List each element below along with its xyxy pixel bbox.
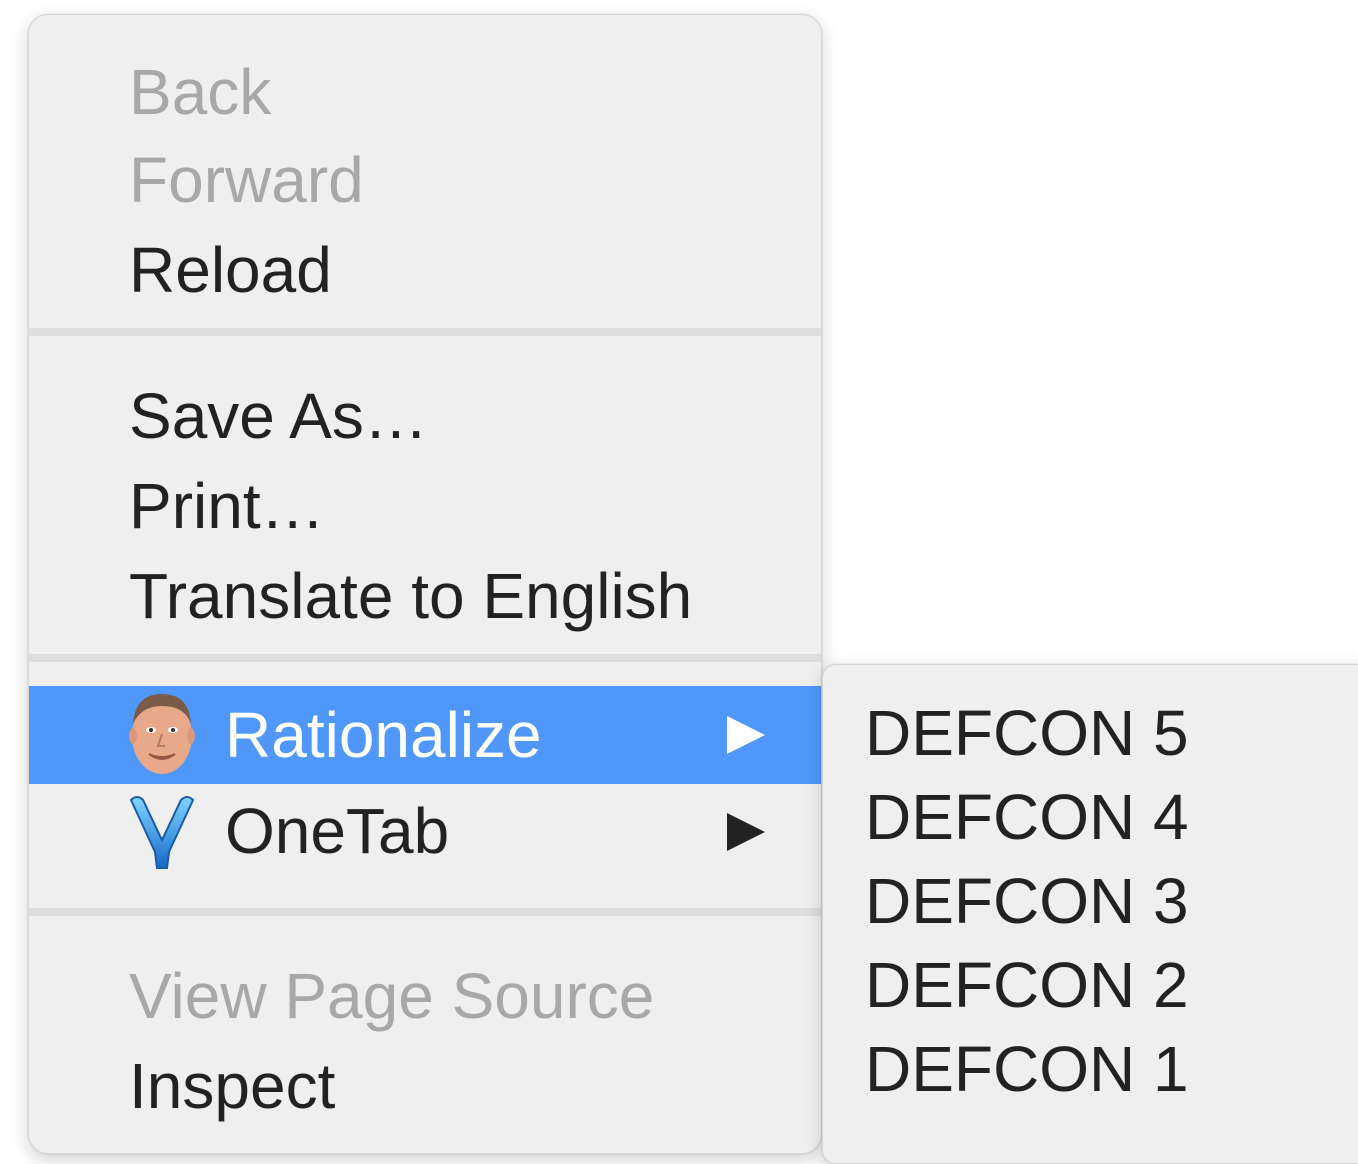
menu-item-label: Rationalize (225, 699, 542, 771)
submenu-item-defcon-1[interactable]: DEFCON 1 (823, 1027, 1358, 1111)
submenu-arrow-icon (727, 813, 765, 851)
menu-separator (29, 328, 821, 336)
submenu-item-defcon-5[interactable]: DEFCON 5 (823, 691, 1358, 775)
onetab-funnel-icon (127, 792, 197, 876)
menu-separator (29, 908, 821, 916)
menu-item-reload[interactable]: Reload (29, 225, 821, 315)
menu-item-translate[interactable]: Translate to English (29, 551, 821, 641)
menu-item-forward[interactable]: Forward (29, 135, 821, 225)
menu-item-inspect[interactable]: Inspect (29, 1041, 821, 1131)
submenu-item-defcon-3[interactable]: DEFCON 3 (823, 859, 1358, 943)
menu-separator (29, 654, 821, 662)
menu-item-rationalize[interactable]: Rationalize (29, 686, 821, 784)
menu-item-print[interactable]: Print… (29, 461, 821, 551)
menu-item-label: OneTab (225, 795, 450, 867)
menu-item-save-as[interactable]: Save As… (29, 371, 821, 461)
submenu-item-defcon-4[interactable]: DEFCON 4 (823, 775, 1358, 859)
menu-item-back[interactable]: Back (29, 47, 821, 137)
context-menu: Back Forward Reload Save As… Print… Tran… (28, 14, 822, 1154)
menu-item-view-source[interactable]: View Page Source (29, 951, 821, 1041)
submenu-arrow-icon (727, 716, 765, 754)
face-avatar-icon (127, 688, 197, 774)
submenu-item-defcon-2[interactable]: DEFCON 2 (823, 943, 1358, 1027)
rationalize-submenu: DEFCON 5 DEFCON 4 DEFCON 3 DEFCON 2 DEFC… (822, 664, 1358, 1164)
menu-item-onetab[interactable]: OneTab (29, 786, 821, 876)
